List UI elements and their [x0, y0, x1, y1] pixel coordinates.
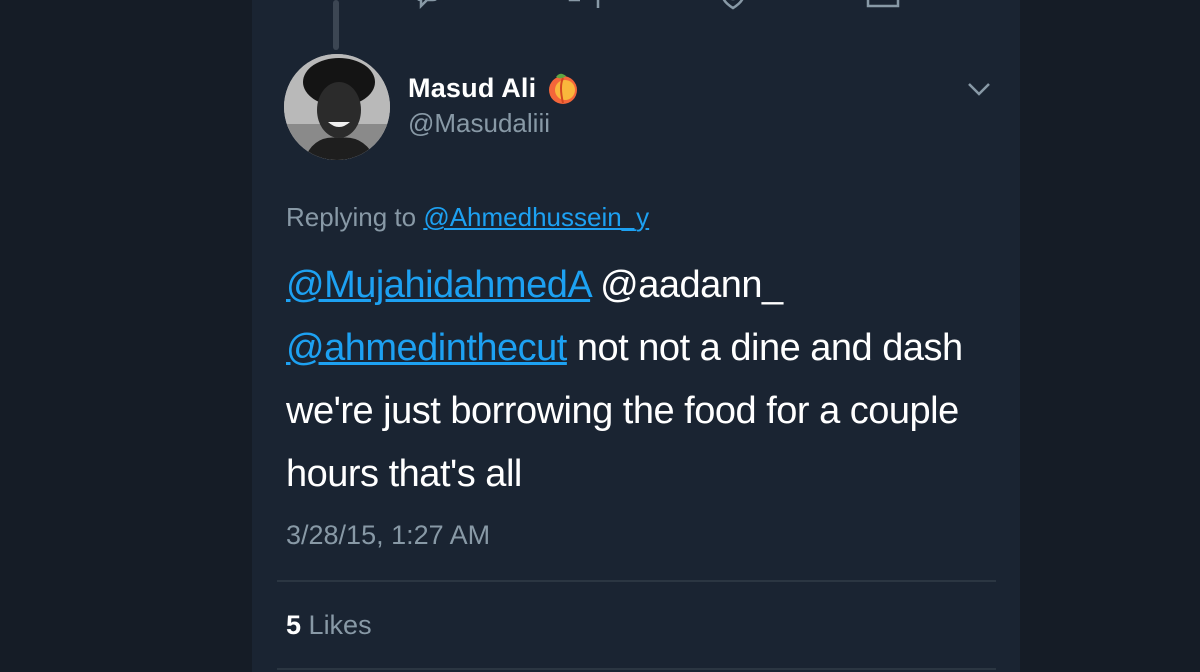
avatar-image	[284, 54, 390, 160]
tweet-text-segment: @aadann_	[590, 264, 783, 306]
reply-icon[interactable]	[414, 0, 440, 10]
author-name-row: Masud Ali	[408, 70, 580, 106]
replying-to-mention[interactable]: @Ahmedhussein_y	[423, 202, 649, 232]
mention-link[interactable]: @ahmedinthecut	[286, 327, 567, 369]
likes-count: 5	[286, 610, 302, 640]
share-icon[interactable]	[866, 0, 902, 10]
divider	[277, 580, 996, 582]
replying-prefix: Replying to	[286, 202, 417, 232]
author-display-name[interactable]: Masud Ali	[408, 73, 536, 104]
tweet-body: @MujahidahmedA @aadann_ @ahmedinthecut n…	[286, 254, 986, 506]
replying-to-line: Replying to @Ahmedhussein_y	[286, 202, 649, 233]
likes-stat[interactable]: 5 Likes	[286, 610, 372, 641]
like-icon[interactable]	[718, 0, 748, 10]
previous-tweet-actions	[0, 0, 1200, 10]
chevron-down-icon[interactable]	[966, 78, 992, 100]
retweet-icon[interactable]	[566, 0, 602, 10]
likes-label: Likes	[308, 610, 372, 640]
tweet-timestamp[interactable]: 3/28/15, 1:27 AM	[286, 520, 490, 551]
divider-bottom	[277, 668, 996, 670]
author-handle[interactable]: @Masudaliii	[408, 108, 550, 139]
peach-emoji-icon	[549, 73, 578, 104]
avatar[interactable]	[284, 54, 390, 160]
mention-link[interactable]: @MujahidahmedA	[286, 264, 591, 306]
